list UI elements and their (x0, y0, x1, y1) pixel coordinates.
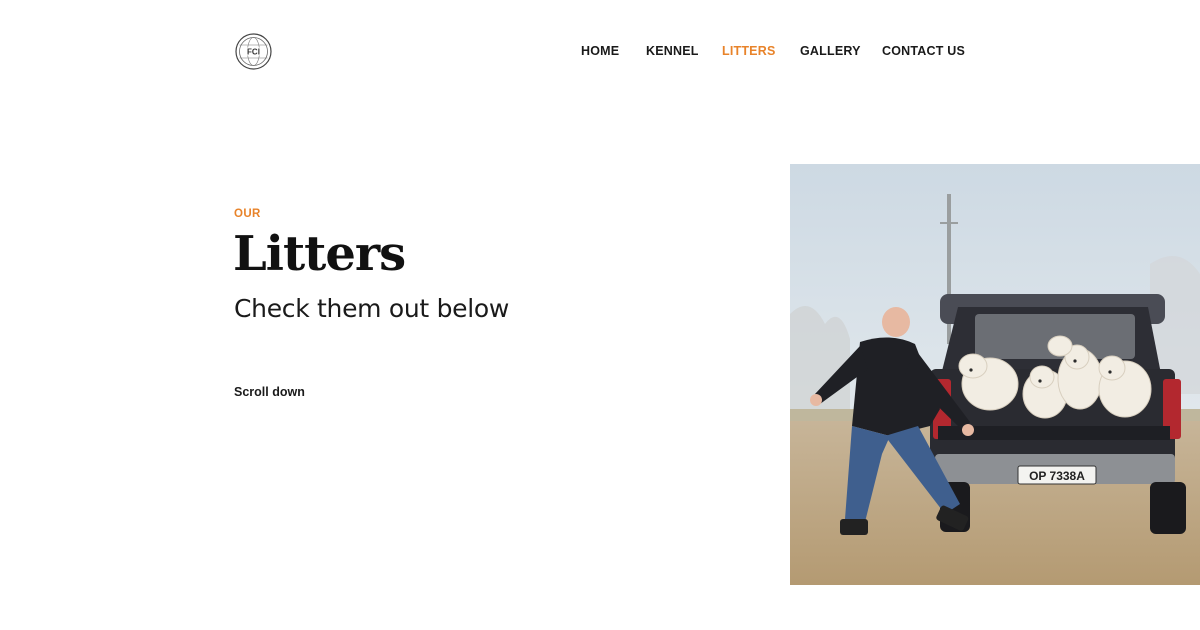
page-title: Litters (233, 226, 406, 282)
nav-litters[interactable]: LITTERS (722, 44, 775, 58)
nav-home[interactable]: HOME (581, 44, 619, 58)
page-subtitle: Check them out below (234, 294, 510, 323)
scroll-down-link[interactable]: Scroll down (234, 385, 305, 399)
nav-gallery[interactable]: GALLERY (800, 44, 861, 58)
license-plate: OP 7338A (1029, 469, 1085, 483)
hero-photo: OP 7338A (790, 164, 1200, 585)
nav-contact-us[interactable]: CONTACT US (882, 44, 965, 58)
nav-kennel[interactable]: KENNEL (646, 44, 699, 58)
hero-eyebrow: OUR (234, 208, 261, 220)
main-nav: HOME KENNEL LITTERS GALLERY CONTACT US (0, 44, 1200, 60)
